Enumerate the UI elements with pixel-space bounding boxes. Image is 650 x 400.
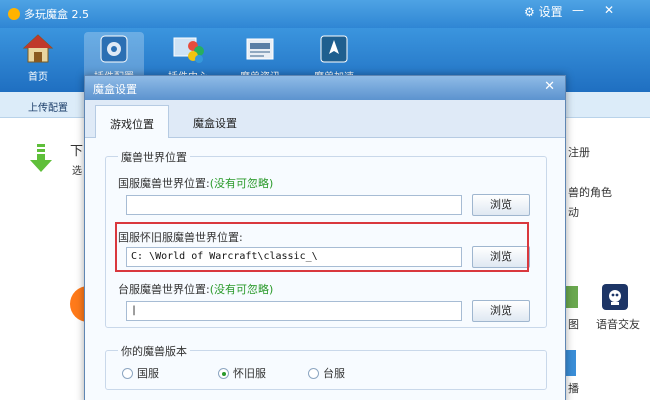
cn-location-hint: (没有可忽略) — [209, 177, 274, 190]
radio-cn-label: 国服 — [137, 367, 159, 380]
select-text: 选 — [72, 166, 82, 177]
dialog-title: 魔盒设置 — [93, 83, 137, 96]
dialog-titlebar: 魔盒设置 ✕ — [85, 76, 565, 100]
dialog-panel: 魔兽世界位置 国服魔兽世界位置:(没有可忽略) 浏览 国服怀旧服魔兽世界位置: … — [85, 138, 565, 400]
upload-config-link[interactable]: 上传配置 — [28, 99, 68, 114]
radio-tw-dot — [308, 368, 319, 379]
app-title-text: 多玩魔盒 2.5 — [24, 8, 89, 21]
settings-icon: ⚙ — [524, 5, 535, 19]
tab-box-settings[interactable]: 魔盒设置 — [179, 105, 253, 138]
download-text: 下 — [70, 144, 84, 159]
settings-dialog: 魔盒设置 ✕ 游戏位置 魔盒设置 魔兽世界位置 国服魔兽世界位置:(没有可忽略)… — [84, 75, 566, 400]
app-logo-icon — [8, 8, 20, 20]
tw-location-hint: (没有可忽略) — [209, 283, 274, 296]
plugin-config-icon — [100, 35, 128, 63]
register-link[interactable]: 注册 — [568, 144, 590, 160]
highlight-box — [115, 222, 529, 272]
tw-location-label: 台服魔兽世界位置:(没有可忽略) — [118, 281, 273, 297]
accelerate-icon — [320, 35, 348, 63]
app-title: 多玩魔盒 2.5 — [8, 6, 89, 22]
toolbar-home-label: 首页 — [28, 72, 48, 83]
broadcast-text: 播 — [568, 382, 579, 395]
download-arrow-icon — [30, 144, 52, 172]
news-icon — [246, 38, 274, 60]
location-group-title: 魔兽世界位置 — [118, 149, 190, 165]
dialog-close-button[interactable]: ✕ — [544, 79, 555, 94]
toolbar-home[interactable]: 首页 — [8, 32, 68, 83]
radio-cn-dot — [122, 368, 133, 379]
cn-browse-button[interactable]: 浏览 — [472, 194, 530, 216]
dialog-tabbar: 游戏位置 魔盒设置 — [85, 100, 565, 138]
cn-location-label-text: 国服魔兽世界位置: — [118, 177, 210, 190]
tw-browse-button[interactable]: 浏览 — [472, 300, 530, 322]
voice-chat-icon[interactable] — [602, 284, 628, 310]
radio-cn[interactable]: 国服 — [122, 365, 159, 381]
home-icon — [22, 34, 54, 63]
version-group: 你的魔兽版本 国服 怀旧服 台服 — [105, 343, 547, 390]
radio-tw-label: 台服 — [323, 367, 345, 380]
radio-classic[interactable]: 怀旧服 — [218, 365, 266, 381]
tw-location-label-text: 台服魔兽世界位置: — [118, 283, 210, 296]
cn-location-label: 国服魔兽世界位置:(没有可忽略) — [118, 175, 273, 191]
broadcast-tile-icon — [566, 350, 576, 376]
map-tile-icon — [566, 286, 578, 308]
tab-game-location[interactable]: 游戏位置 — [95, 105, 169, 138]
close-app-button[interactable]: ✕ — [604, 3, 614, 17]
plugin-center-icon — [173, 37, 204, 63]
minimize-button[interactable]: — — [572, 3, 584, 17]
radio-tw[interactable]: 台服 — [308, 365, 345, 381]
voice-friends-link[interactable]: 语音交友 — [596, 316, 640, 332]
role-text: 兽的角色 — [568, 186, 612, 199]
move-text: 动 — [568, 206, 579, 219]
tw-location-input[interactable]: | — [126, 301, 462, 321]
radio-classic-dot — [218, 368, 229, 379]
version-group-title: 你的魔兽版本 — [118, 343, 190, 359]
app-titlebar: 多玩魔盒 2.5 ⚙ 设置 — ✕ — [0, 0, 650, 28]
cn-location-input[interactable] — [126, 195, 462, 215]
settings-button[interactable]: ⚙ 设置 — [524, 3, 563, 20]
settings-label: 设置 — [538, 5, 563, 19]
download-item[interactable] — [30, 144, 52, 177]
map-text: 图 — [568, 318, 579, 331]
radio-classic-label: 怀旧服 — [233, 367, 266, 380]
